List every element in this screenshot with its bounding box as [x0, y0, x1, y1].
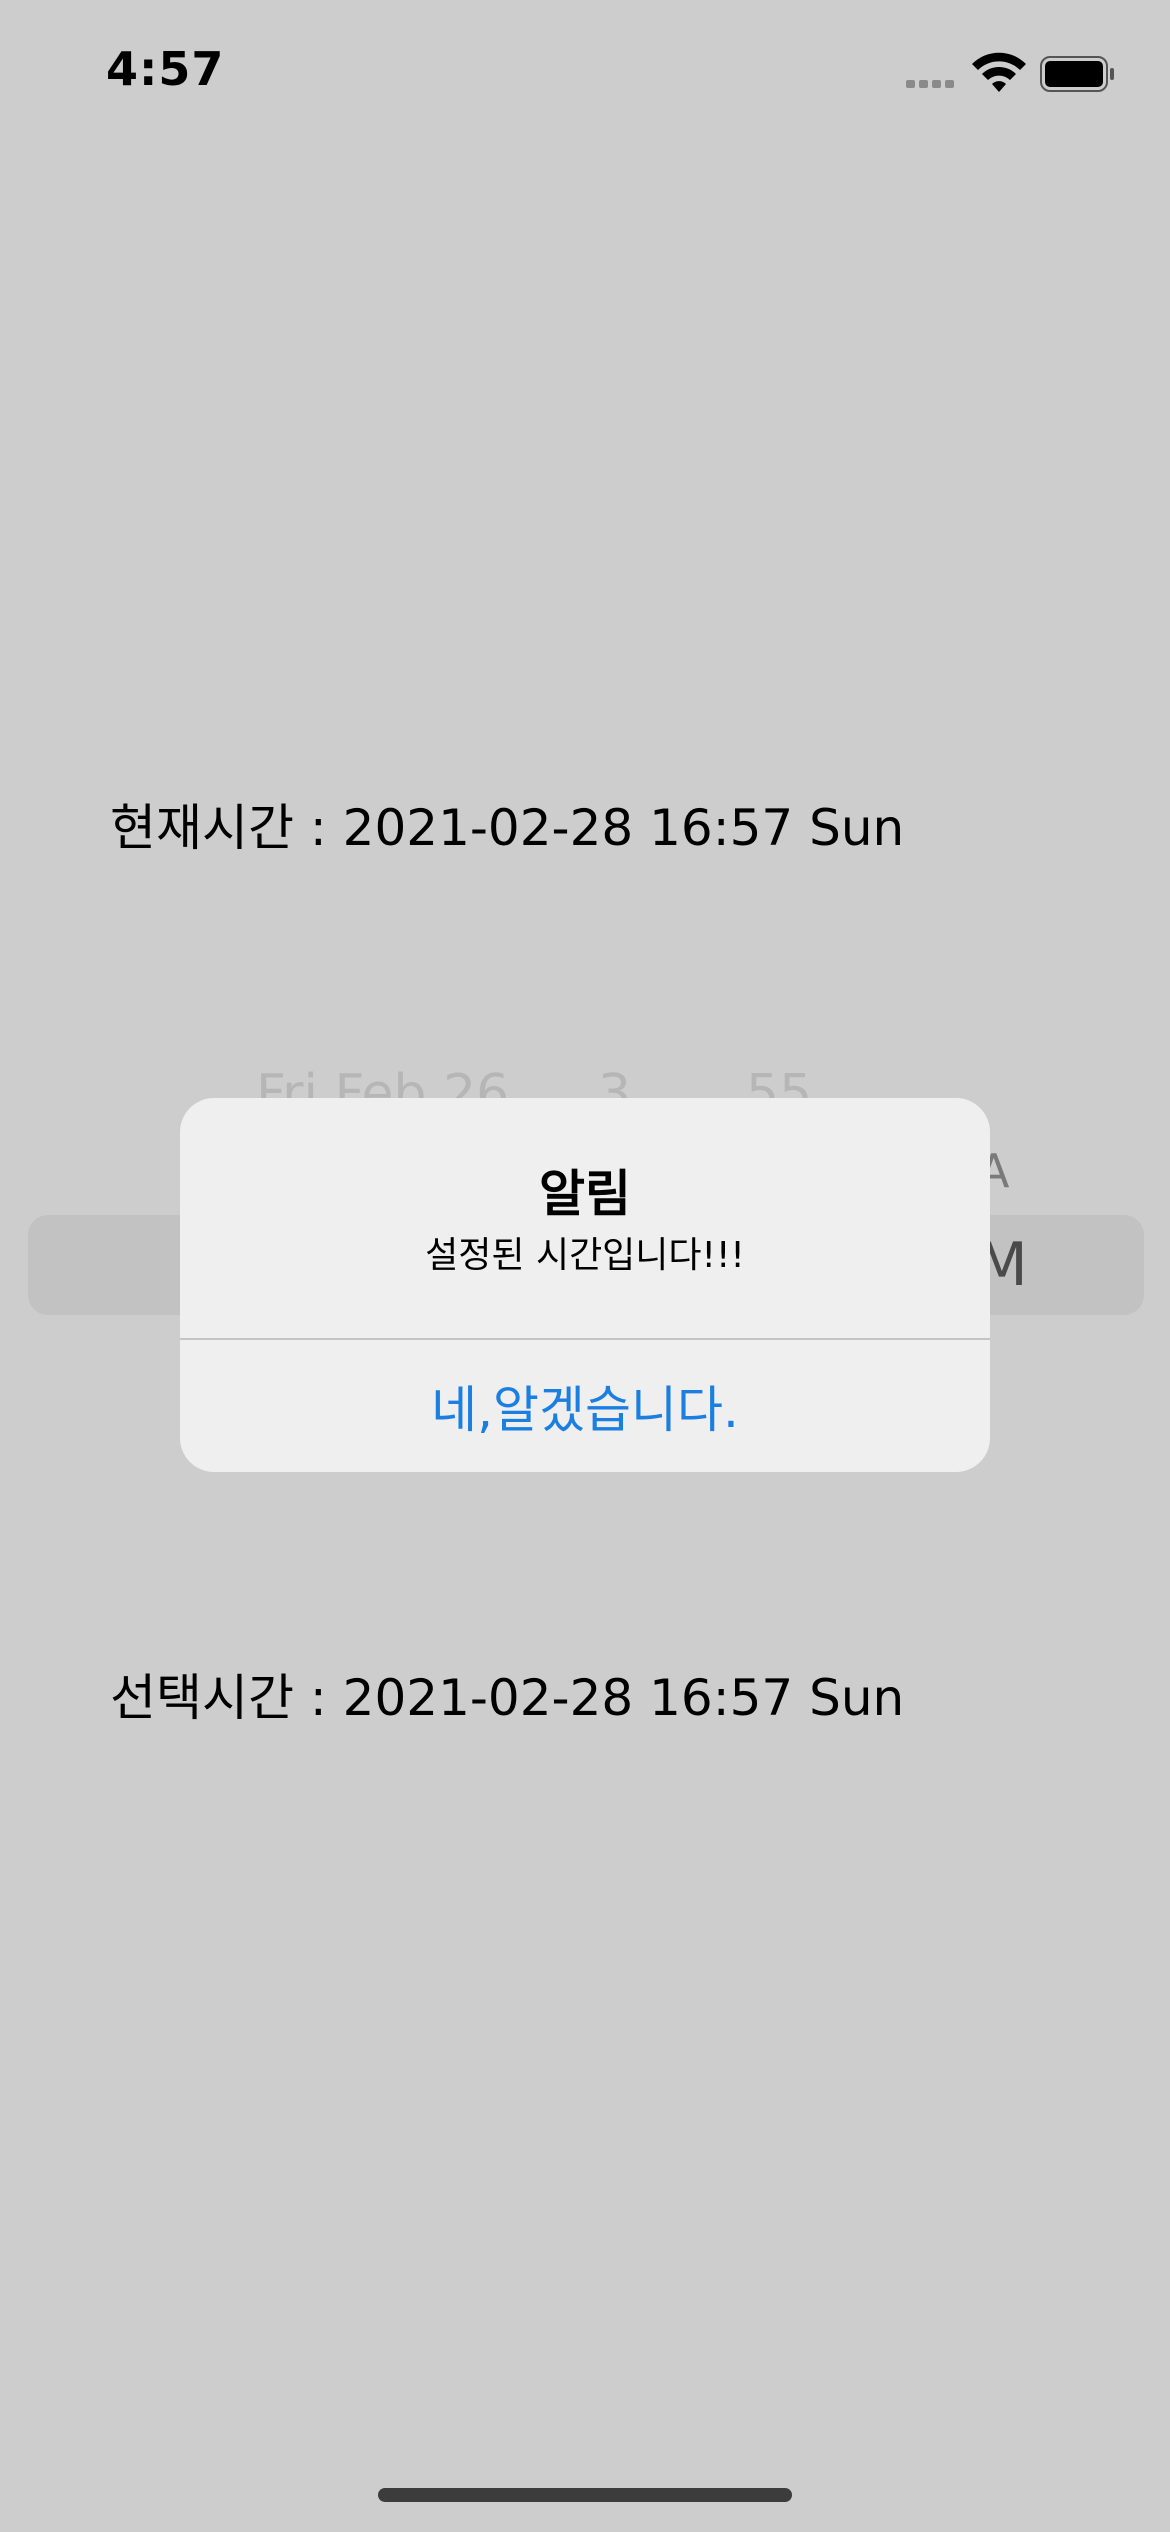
current-time-label: 현재시간 : 2021-02-28 16:57 Sun	[110, 799, 905, 857]
cellular-signal-icon	[906, 80, 954, 88]
wifi-icon	[972, 52, 1026, 92]
home-indicator[interactable]	[378, 2488, 792, 2502]
alert-confirm-button[interactable]: 네,알겠습니다.	[180, 1340, 990, 1472]
battery-icon	[1040, 56, 1114, 92]
alert-title: 알림	[539, 1165, 631, 1223]
alert-message: 설정된 시간입니다!!!	[425, 1235, 745, 1276]
selected-time-label: 선택시간 : 2021-02-28 16:57 Sun	[110, 1669, 905, 1727]
alert-dialog: 알림 설정된 시간입니다!!! 네,알겠습니다.	[180, 1098, 990, 1472]
status-bar-time: 4:57	[106, 42, 225, 96]
app-screen: 4:57 현재시간 : 2021-02-28 16:57 Sun Fri Feb…	[0, 0, 1170, 2532]
